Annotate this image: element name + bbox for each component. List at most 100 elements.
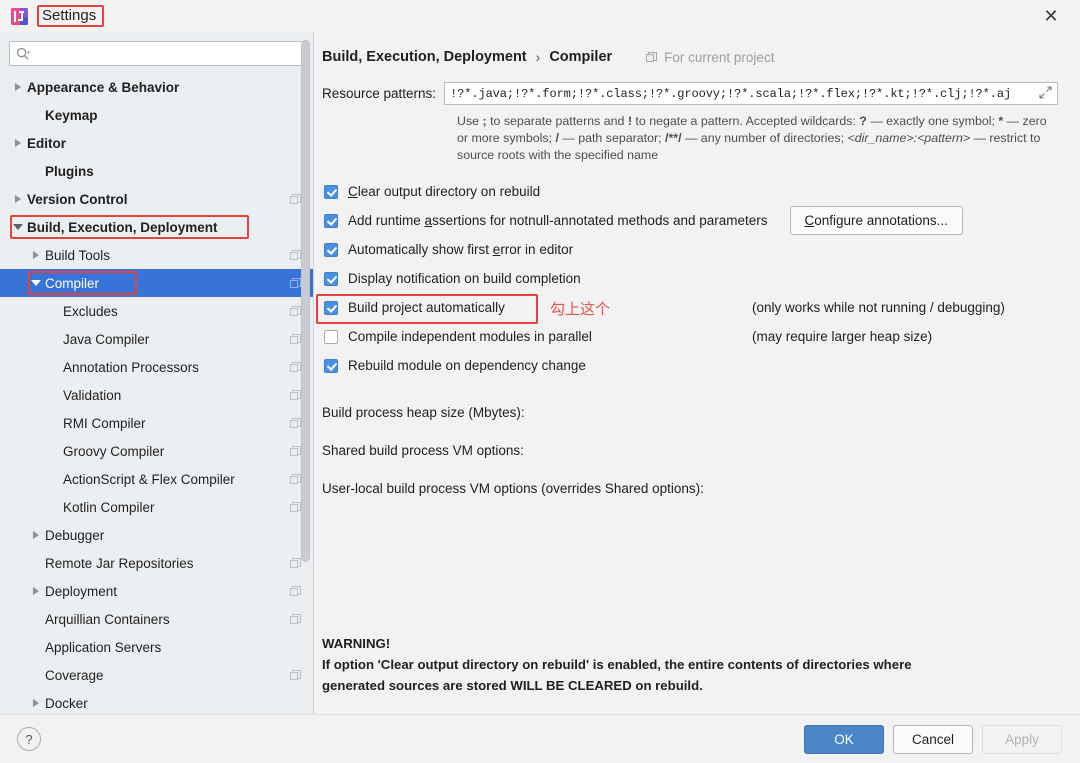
project-scope-icon (290, 669, 301, 681)
sidebar-item-label: Appearance & Behavior (27, 79, 180, 95)
sidebar-item-label: Plugins (45, 163, 94, 179)
sidebar-item-label: Editor (27, 135, 66, 151)
chevron-right-icon[interactable] (27, 251, 45, 259)
sidebar-item-docker[interactable]: Docker (0, 689, 313, 714)
hint-part: Use (457, 114, 483, 128)
sidebar-item-deployment[interactable]: Deployment (0, 577, 313, 605)
checkbox-add-runtime-assertions-for-notnull-annotated-methods-and-parameters[interactable] (324, 213, 338, 228)
hint-part: — any number of directories; (681, 131, 848, 145)
resource-patterns-input[interactable]: !?*.java;!?*.form;!?*.class;!?*.groovy;!… (444, 82, 1058, 105)
chevron-down-icon[interactable] (9, 224, 27, 230)
dialog-footer: ? OK Cancel Apply (0, 714, 1080, 763)
search-icon (16, 47, 30, 61)
project-scope-icon (290, 613, 301, 625)
sidebar-item-label: Groovy Compiler (63, 443, 165, 459)
chevron-right-icon[interactable] (9, 83, 27, 91)
project-scope-label: For current project (646, 50, 774, 65)
help-icon[interactable]: ? (17, 727, 41, 751)
search-box[interactable] (9, 41, 304, 66)
checkbox-label[interactable]: Add runtime assertions for notnull-annot… (348, 213, 768, 228)
chevron-right-icon[interactable] (9, 195, 27, 203)
sidebar-item-annotation-processors[interactable]: Annotation Processors (0, 353, 313, 381)
project-scope-icon (646, 51, 658, 63)
checkbox-label[interactable]: Clear output directory on rebuild (348, 184, 540, 199)
sidebar-item-rmi-compiler[interactable]: RMI Compiler (0, 409, 313, 437)
sidebar-item-debugger[interactable]: Debugger (0, 521, 313, 549)
field-row: Shared build process VM options: (322, 431, 1058, 469)
expand-diagonal-icon[interactable] (1039, 86, 1053, 101)
option-row: Rebuild module on dependency change (322, 351, 1058, 380)
sidebar-item-editor[interactable]: Editor (0, 129, 313, 157)
sidebar-item-build-execution-deployment[interactable]: Build, Execution, Deployment (0, 213, 313, 241)
warning-block: WARNING! If option 'Clear output directo… (322, 633, 912, 696)
sidebar-item-kotlin-compiler[interactable]: Kotlin Compiler (0, 493, 313, 521)
dialog-body: Appearance & Behavior Keymap Editor Plugins… (0, 32, 1080, 714)
project-scope-text: For current project (664, 49, 775, 65)
sidebar-item-label: Annotation Processors (63, 359, 199, 375)
sidebar-item-coverage[interactable]: Coverage (0, 661, 313, 689)
field-row: User-local build process VM options (ove… (322, 469, 1058, 507)
sidebar-scrollbar-thumb[interactable] (301, 40, 310, 562)
sidebar-item-build-tools[interactable]: Build Tools (0, 241, 313, 269)
checkbox-build-project-automatically[interactable] (324, 300, 338, 315)
close-icon[interactable]: ✕ (1040, 5, 1062, 27)
project-scope-icon (290, 249, 301, 261)
sidebar-item-remote-jar-repositories[interactable]: Remote Jar Repositories (0, 549, 313, 577)
checkbox-label[interactable]: Rebuild module on dependency change (348, 358, 586, 373)
chevron-right-icon[interactable] (27, 587, 45, 595)
option-row: Add runtime assertions for notnull-annot… (322, 206, 1058, 235)
sidebar-item-application-servers[interactable]: Application Servers (0, 633, 313, 661)
field-label: User-local build process VM options (ove… (322, 480, 704, 496)
project-scope-icon (290, 277, 301, 289)
hint-dirname: <dir_name>:<pattern> (847, 131, 971, 145)
sidebar-item-appearance-behavior[interactable]: Appearance & Behavior (0, 73, 313, 101)
sidebar-item-excludes[interactable]: Excludes (0, 297, 313, 325)
compiler-settings-panel: Build, Execution, Deployment › Compiler … (314, 32, 1080, 714)
apply-button[interactable]: Apply (982, 724, 1062, 754)
chevron-right-icon[interactable] (27, 699, 45, 707)
chevron-down-icon[interactable] (27, 280, 45, 286)
checkbox-display-notification-on-build-completion[interactable] (324, 271, 338, 286)
hint-question: ? (859, 114, 867, 128)
sidebar-item-label: Build Tools (45, 247, 111, 263)
settings-tree[interactable]: Appearance & Behavior Keymap Editor Plugins… (0, 73, 313, 714)
option-row: Display notification on build completion (322, 264, 1058, 293)
sidebar-item-groovy-compiler[interactable]: Groovy Compiler (0, 437, 313, 465)
project-scope-icon (290, 417, 301, 429)
configure-annotations-button[interactable]: Configure annotations... (789, 206, 963, 235)
sidebar-item-keymap[interactable]: Keymap (0, 101, 313, 129)
checkbox-rebuild-module-on-dependency-change[interactable] (324, 358, 338, 373)
compiler-form: Resource patterns: !?*.java;!?*.form;!?*… (314, 68, 1080, 507)
sidebar-item-arquillian-containers[interactable]: Arquillian Containers (0, 605, 313, 633)
breadcrumb-parent[interactable]: Build, Execution, Deployment (322, 49, 527, 65)
chevron-right-icon[interactable] (9, 139, 27, 147)
checkbox-clear-output-directory-on-rebuild[interactable] (324, 184, 338, 199)
sidebar-item-validation[interactable]: Validation (0, 381, 313, 409)
chevron-right-icon[interactable] (27, 531, 45, 539)
sidebar-item-actionscript-flex-compiler[interactable]: ActionScript & Flex Compiler (0, 465, 313, 493)
resource-patterns-label: Resource patterns: (322, 86, 437, 101)
hint-part: — exactly one symbol; (866, 114, 999, 128)
checkbox-compile-independent-modules-in-parallel[interactable] (324, 329, 338, 344)
option-note: (may require larger heap size) (752, 329, 933, 344)
checkbox-label[interactable]: Compile independent modules in parallel (348, 329, 592, 344)
checkbox-label[interactable]: Automatically show first error in editor (348, 242, 573, 257)
checkbox-automatically-show-first-error-in-editor[interactable] (324, 242, 338, 257)
sidebar-item-label: Debugger (45, 527, 105, 543)
sidebar-item-plugins[interactable]: Plugins (0, 157, 313, 185)
checkbox-label[interactable]: Display notification on build completion (348, 271, 581, 286)
ok-button[interactable]: OK (804, 724, 884, 754)
sidebar-item-version-control[interactable]: Version Control (0, 185, 313, 213)
project-scope-icon (290, 585, 301, 597)
search-input[interactable] (30, 44, 297, 63)
sidebar-item-java-compiler[interactable]: Java Compiler (0, 325, 313, 353)
window-title: Settings (42, 7, 97, 24)
sidebar-item-label: Kotlin Compiler (63, 499, 155, 515)
sidebar-item-compiler[interactable]: Compiler (0, 269, 313, 297)
sidebar-scrollbar[interactable] (301, 32, 310, 714)
project-scope-icon (290, 473, 301, 485)
search-row (0, 32, 313, 73)
cancel-button[interactable]: Cancel (893, 724, 973, 754)
warning-line-1: If option 'Clear output directory on reb… (322, 657, 912, 672)
checkbox-label[interactable]: Build project automatically (348, 300, 505, 315)
